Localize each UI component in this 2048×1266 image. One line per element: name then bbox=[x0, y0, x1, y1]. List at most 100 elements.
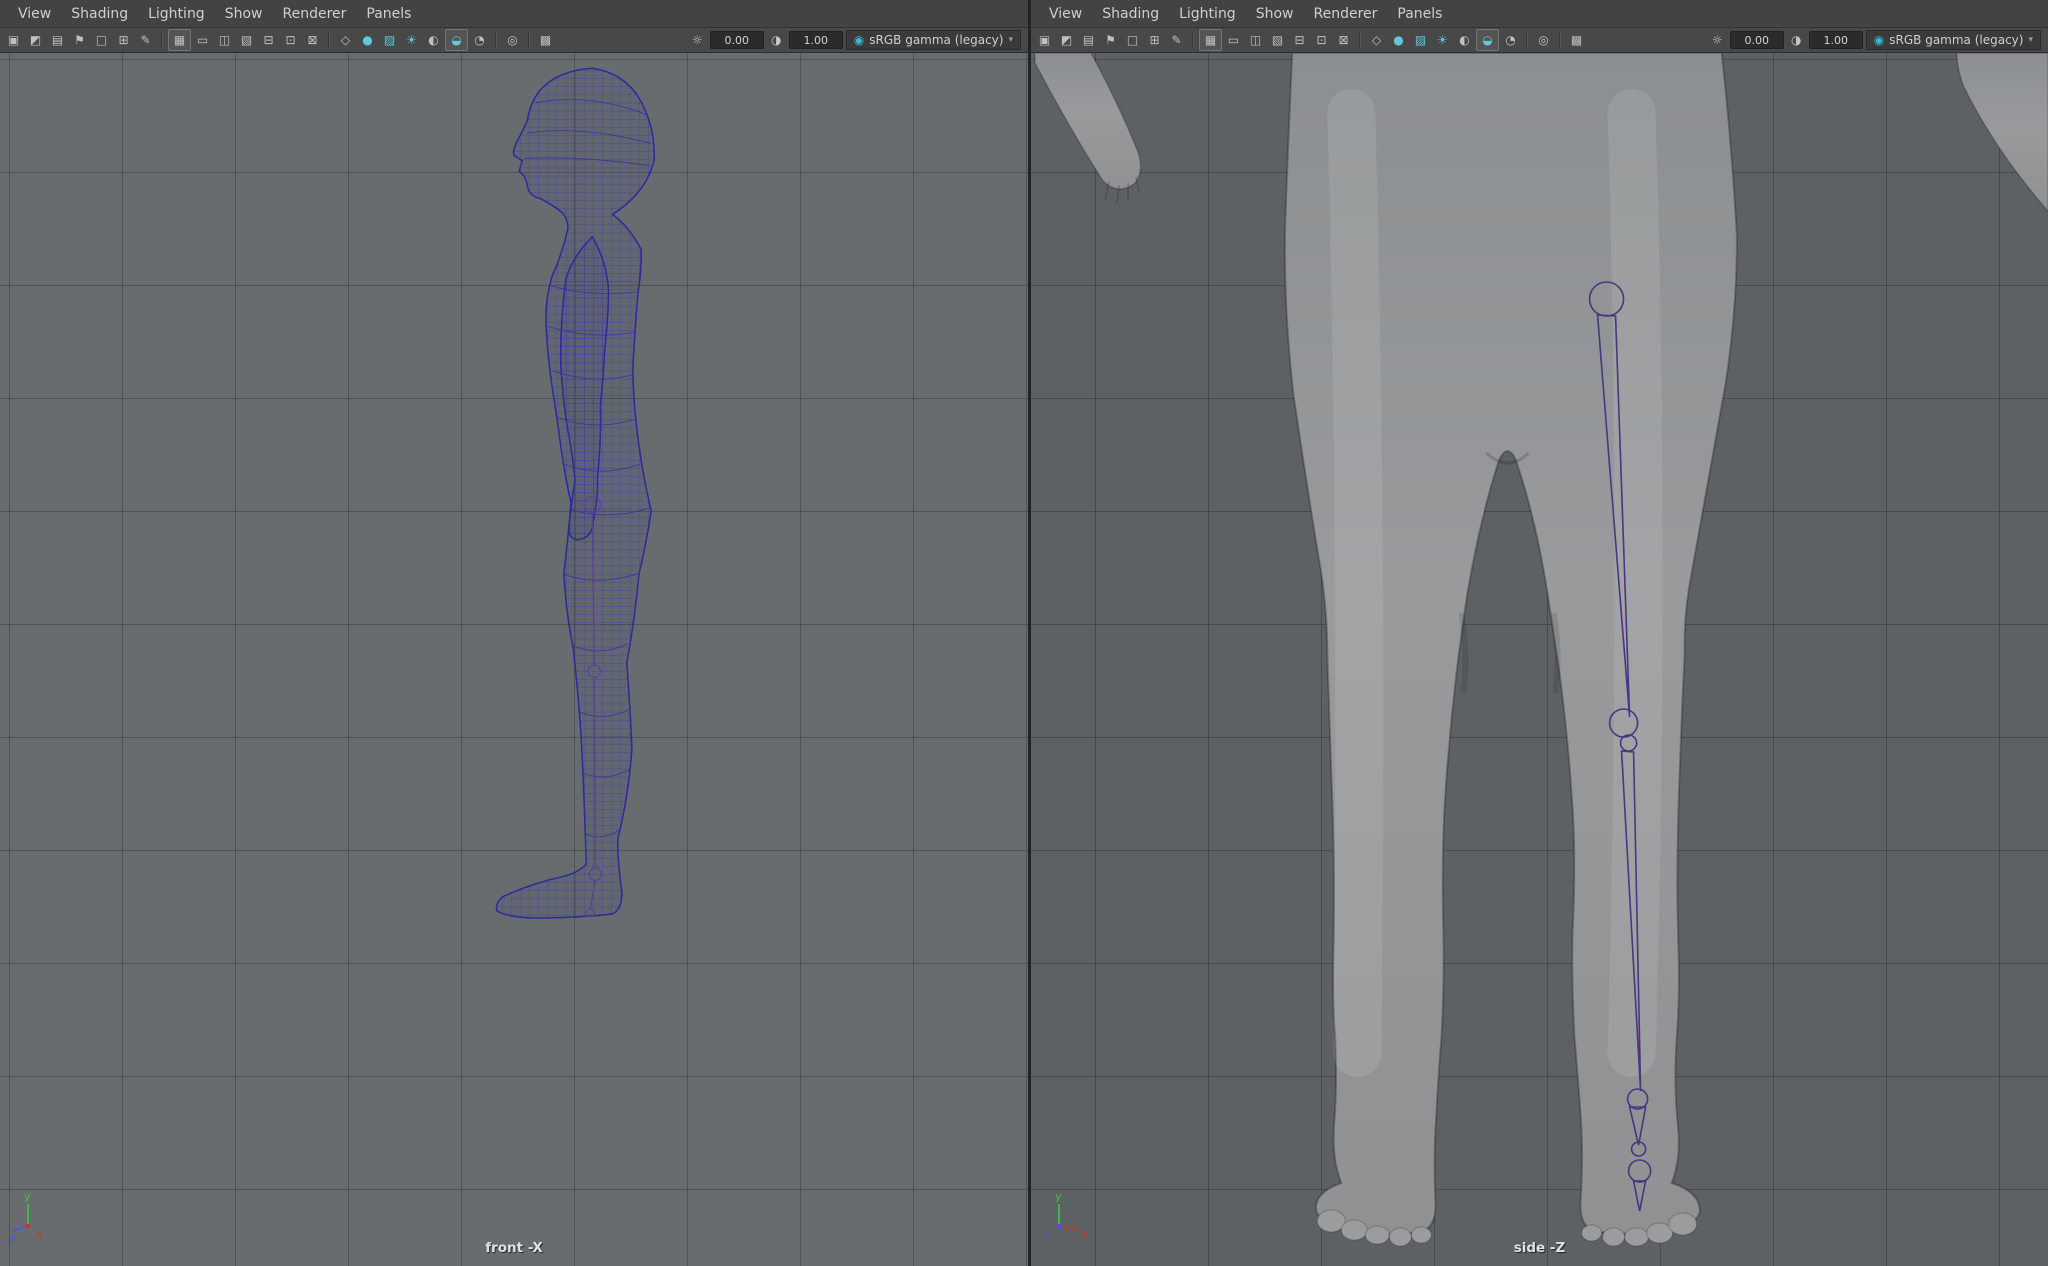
resolution-gate-icon[interactable]: ◫ bbox=[1245, 30, 1266, 50]
chevron-down-icon: ▾ bbox=[1008, 35, 1013, 45]
menu-item[interactable]: Panels bbox=[356, 1, 421, 27]
camera-attributes-icon[interactable]: ▤ bbox=[1078, 30, 1099, 50]
use-all-lights-icon[interactable]: ☀ bbox=[401, 30, 422, 50]
toolbar-separator bbox=[161, 32, 163, 48]
panel-side: ViewShadingLightingShowRendererPanels ▣◩… bbox=[1031, 0, 2048, 1266]
grease-pencil-icon[interactable]: ✎ bbox=[1166, 30, 1187, 50]
toolbar-separator bbox=[1359, 32, 1361, 48]
toolbar-icon-strip: ▣◩▤⚑□⊞✎ ▦▭◫▧⊟⊡⊠ ◇●▨☀◐◒◔ ◎ ▩ bbox=[3, 29, 556, 51]
exposure-icon[interactable]: ☼ bbox=[1708, 31, 1727, 50]
two-d-pan-zoom-icon[interactable]: ⊞ bbox=[113, 30, 134, 50]
viewport-label-front: front -X bbox=[0, 1240, 1028, 1256]
menu-item[interactable]: Renderer bbox=[272, 1, 356, 27]
film-gate-icon[interactable]: ▭ bbox=[192, 30, 213, 50]
safe-action-icon[interactable]: ⊡ bbox=[1311, 30, 1332, 50]
shadows-icon[interactable]: ◐ bbox=[1454, 30, 1475, 50]
film-gate-icon[interactable]: ▭ bbox=[1223, 30, 1244, 50]
axis-y-label: y bbox=[1055, 1190, 1062, 1203]
gamma-field[interactable]: 1.00 bbox=[789, 31, 843, 49]
arm-top-right bbox=[1957, 53, 2048, 211]
gamma-icon[interactable]: ◑ bbox=[1787, 31, 1806, 50]
smooth-shade-icon[interactable]: ● bbox=[357, 30, 378, 50]
wireframe-icon[interactable]: ◇ bbox=[1366, 30, 1387, 50]
safe-title-icon[interactable]: ⊠ bbox=[302, 30, 323, 50]
toolbar-separator bbox=[495, 32, 497, 48]
menu-item[interactable]: Shading bbox=[1092, 1, 1169, 27]
toolbar-right-cluster: ☼ 0.00 ◑ 1.00 ◉ sRGB gamma (legacy) ▾ bbox=[688, 30, 1025, 50]
arm-top-left bbox=[1035, 53, 1141, 189]
toolbar-separator bbox=[1526, 32, 1528, 48]
textured-icon[interactable]: ▨ bbox=[1410, 30, 1431, 50]
axis-z-label: z bbox=[10, 1232, 16, 1244]
grease-pencil-icon[interactable]: ✎ bbox=[135, 30, 156, 50]
motion-blur-icon[interactable]: ◔ bbox=[1500, 30, 1521, 50]
exposure-icon[interactable]: ☼ bbox=[688, 31, 707, 50]
maya-dual-viewport: ViewShadingLightingShowRendererPanels ▣◩… bbox=[0, 0, 2048, 1266]
wireframe-icon[interactable]: ◇ bbox=[335, 30, 356, 50]
textured-icon[interactable]: ▨ bbox=[379, 30, 400, 50]
lock-camera-icon[interactable]: ◩ bbox=[25, 30, 46, 50]
menu-item[interactable]: Panels bbox=[1387, 1, 1452, 27]
safe-action-icon[interactable]: ⊡ bbox=[280, 30, 301, 50]
panel-front: ViewShadingLightingShowRendererPanels ▣◩… bbox=[0, 0, 1031, 1266]
gate-mask-icon[interactable]: ▧ bbox=[1267, 30, 1288, 50]
exposure-field[interactable]: 0.00 bbox=[1730, 31, 1784, 49]
select-camera-icon[interactable]: ▣ bbox=[1034, 30, 1055, 50]
menu-item[interactable]: Lighting bbox=[138, 1, 215, 27]
menu-item[interactable]: Lighting bbox=[1169, 1, 1246, 27]
view-transform-label: sRGB gamma (legacy) bbox=[1889, 33, 2023, 47]
xray-icon[interactable]: ▩ bbox=[1566, 30, 1587, 50]
menu-item[interactable]: Show bbox=[1246, 1, 1304, 27]
grid-icon[interactable]: ▦ bbox=[168, 29, 191, 51]
exposure-field[interactable]: 0.00 bbox=[710, 31, 764, 49]
bookmarks-icon[interactable]: ⚑ bbox=[69, 30, 90, 50]
gate-mask-icon[interactable]: ▧ bbox=[236, 30, 257, 50]
axis-x-label: x bbox=[1081, 1228, 1088, 1241]
gamma-icon[interactable]: ◑ bbox=[767, 31, 786, 50]
view-transform-dropdown[interactable]: ◉ sRGB gamma (legacy) ▾ bbox=[846, 30, 1021, 50]
toolbar-separator bbox=[1192, 32, 1194, 48]
resolution-gate-icon[interactable]: ◫ bbox=[214, 30, 235, 50]
isolate-select-icon[interactable]: ◎ bbox=[502, 30, 523, 50]
smooth-shade-icon[interactable]: ● bbox=[1388, 30, 1409, 50]
menu-item[interactable]: Show bbox=[215, 1, 273, 27]
use-all-lights-icon[interactable]: ☀ bbox=[1432, 30, 1453, 50]
panel-menu-bar: ViewShadingLightingShowRendererPanels bbox=[0, 0, 1028, 28]
two-d-pan-zoom-icon[interactable]: ⊞ bbox=[1144, 30, 1165, 50]
axis-gizmo-front: y z x bbox=[8, 1188, 64, 1244]
panel-menu-bar: ViewShadingLightingShowRendererPanels bbox=[1031, 0, 2048, 28]
wireframe-figure bbox=[438, 57, 706, 987]
menu-item[interactable]: Shading bbox=[61, 1, 138, 27]
view-transform-label: sRGB gamma (legacy) bbox=[869, 33, 1003, 47]
bookmarks-icon[interactable]: ⚑ bbox=[1100, 30, 1121, 50]
image-plane-icon[interactable]: □ bbox=[1122, 30, 1143, 50]
menu-item[interactable]: View bbox=[8, 1, 61, 27]
viewport-side[interactable]: y x z side -Z bbox=[1031, 53, 2048, 1266]
xray-icon[interactable]: ▩ bbox=[535, 30, 556, 50]
camera-attributes-icon[interactable]: ▤ bbox=[47, 30, 68, 50]
menu-item[interactable]: View bbox=[1039, 1, 1092, 27]
panel-toolbar: ▣◩▤⚑□⊞✎ ▦▭◫▧⊟⊡⊠ ◇●▨☀◐◒◔ ◎ ▩ ☼ 0.00 ◑ 1.00 ◉ … bbox=[0, 28, 1028, 53]
field-chart-icon[interactable]: ⊟ bbox=[1289, 30, 1310, 50]
isolate-select-icon[interactable]: ◎ bbox=[1533, 30, 1554, 50]
color-management-icon: ◉ bbox=[854, 33, 864, 47]
image-plane-icon[interactable]: □ bbox=[91, 30, 112, 50]
field-chart-icon[interactable]: ⊟ bbox=[258, 30, 279, 50]
toolbar-separator bbox=[528, 32, 530, 48]
screen-space-ao-icon[interactable]: ◒ bbox=[445, 29, 468, 51]
shaded-figure bbox=[1031, 53, 2048, 1266]
toolbar-icon-strip: ▣◩▤⚑□⊞✎ ▦▭◫▧⊟⊡⊠ ◇●▨☀◐◒◔ ◎ ▩ bbox=[1034, 29, 1587, 51]
gamma-field[interactable]: 1.00 bbox=[1809, 31, 1863, 49]
lock-camera-icon[interactable]: ◩ bbox=[1056, 30, 1077, 50]
safe-title-icon[interactable]: ⊠ bbox=[1333, 30, 1354, 50]
menu-item[interactable]: Renderer bbox=[1303, 1, 1387, 27]
viewport-front[interactable]: y z x front -X bbox=[0, 53, 1028, 1266]
view-transform-dropdown[interactable]: ◉ sRGB gamma (legacy) ▾ bbox=[1866, 30, 2041, 50]
toolbar-separator bbox=[328, 32, 330, 48]
select-camera-icon[interactable]: ▣ bbox=[3, 30, 24, 50]
toolbar-right-cluster: ☼ 0.00 ◑ 1.00 ◉ sRGB gamma (legacy) ▾ bbox=[1708, 30, 2045, 50]
screen-space-ao-icon[interactable]: ◒ bbox=[1476, 29, 1499, 51]
motion-blur-icon[interactable]: ◔ bbox=[469, 30, 490, 50]
shadows-icon[interactable]: ◐ bbox=[423, 30, 444, 50]
grid-icon[interactable]: ▦ bbox=[1199, 29, 1222, 51]
